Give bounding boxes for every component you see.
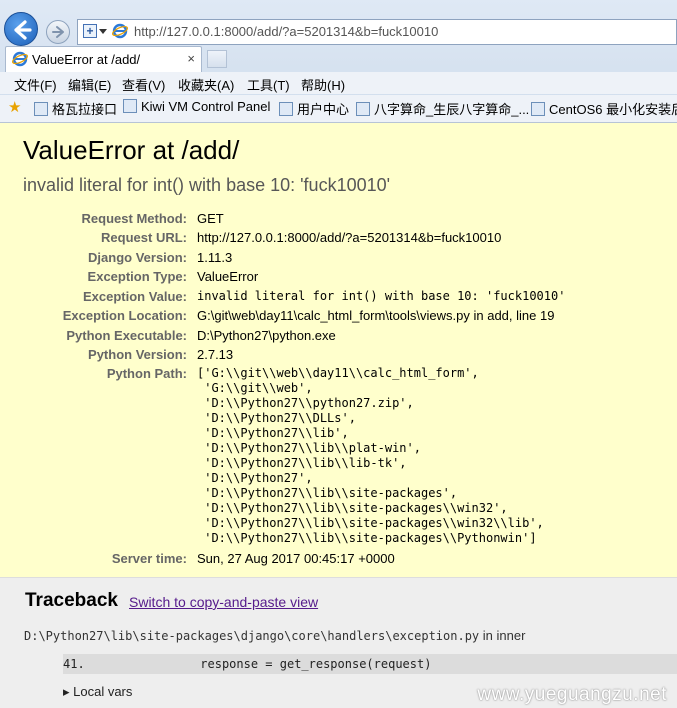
request-url-label: Request URL:	[101, 230, 187, 245]
tab-active[interactable]: ValueError at /add/ ×	[5, 46, 202, 72]
menu-favorites[interactable]: 收藏夹(A)	[178, 75, 234, 94]
favorite-link[interactable]: Kiwi VM Control Panel	[123, 99, 270, 117]
traceback-frame-file: D:\Python27\lib\site-packages\django\cor…	[24, 628, 525, 643]
frame-function: inner	[496, 628, 526, 643]
browser-chrome: + http://127.0.0.1:8000/add/?a=5201314&b…	[0, 0, 677, 123]
python-path-line: 'D:\\Python27\\DLLs',	[197, 411, 356, 425]
python-path-label: Python Path:	[106, 366, 187, 381]
tab-strip: ValueError at /add/ ×	[0, 46, 677, 72]
menu-tools[interactable]: 工具(T)	[247, 75, 290, 94]
python-executable-label: Python Executable:	[66, 328, 187, 343]
python-version-value: 2.7.13	[197, 347, 234, 362]
local-vars-toggle[interactable]: ▸ Local vars	[63, 684, 132, 700]
python-path-line: 'D:\\Python27\\lib\\site-packages',	[197, 486, 458, 500]
traceback-heading: Traceback	[25, 590, 118, 611]
python-path-line: 'D:\\Python27\\lib\\site-packages\\win32…	[197, 501, 508, 515]
close-icon[interactable]: ×	[187, 51, 195, 66]
exception-type-label: Exception Type:	[87, 269, 187, 284]
python-path-line: 'D:\\Python27\\lib',	[197, 426, 349, 440]
request-url-value: http://127.0.0.1:8000/add/?a=5201314&b=f…	[197, 230, 502, 245]
favorite-link[interactable]: 格瓦拉接口	[34, 99, 117, 117]
ie-page-icon	[112, 23, 128, 39]
favorite-link[interactable]: 用户中心	[279, 99, 349, 117]
page-icon	[34, 102, 48, 116]
menu-edit[interactable]: 编辑(E)	[68, 75, 111, 94]
request-method-label: Request Method:	[81, 211, 187, 226]
python-path-line: 'D:\\Python27\\lib\\lib-tk',	[197, 456, 407, 470]
page-title: ValueError at /add/	[23, 135, 240, 165]
python-path-line: 'D:\\Python27\\lib\\site-packages\\win32…	[197, 516, 544, 530]
menu-help[interactable]: 帮助(H)	[301, 75, 345, 94]
error-summary: ValueError at /add/ invalid literal for …	[0, 123, 677, 578]
django-version-value: 1.11.3	[197, 250, 233, 265]
menu-file[interactable]: 文件(F)	[14, 75, 57, 94]
page-icon	[531, 102, 545, 116]
menu-bar: 文件(F) 编辑(E) 查看(V) 收藏夹(A) 工具(T) 帮助(H)	[0, 72, 677, 94]
request-method-value: GET	[197, 211, 224, 226]
copy-paste-view-link[interactable]: Switch to copy-and-paste view	[129, 594, 318, 610]
favorite-link[interactable]: CentOS6 最小化安装后	[531, 99, 677, 117]
python-version-label: Python Version:	[88, 347, 187, 362]
url-text[interactable]: http://127.0.0.1:8000/add/?a=5201314&b=f…	[134, 24, 438, 39]
favorite-link[interactable]: 八字算命_生辰八字算命_...	[356, 99, 529, 117]
python-executable-value: D:\Python27\python.exe	[197, 328, 336, 343]
back-button[interactable]	[4, 12, 38, 46]
django-version-label: Django Version:	[88, 250, 187, 265]
python-path-line: 'D:\\Python27\\lib\\site-packages\\Pytho…	[197, 531, 537, 545]
server-time-value: Sun, 27 Aug 2017 00:45:17 +0000	[197, 551, 395, 566]
forward-button[interactable]	[46, 20, 70, 44]
watermark: www.yueguangzu.net	[477, 684, 667, 705]
menu-view[interactable]: 查看(V)	[122, 75, 165, 94]
new-tab-button[interactable]	[207, 50, 227, 68]
tab-title: ValueError at /add/	[32, 52, 141, 67]
frame-in-word: in	[479, 628, 497, 643]
ie-page-icon	[12, 51, 28, 67]
favorite-label: Kiwi VM Control Panel	[141, 99, 271, 114]
page-icon	[279, 102, 293, 116]
traceback-section: Traceback Switch to copy-and-paste view …	[0, 578, 677, 708]
frame-file-path: D:\Python27\lib\site-packages\django\cor…	[24, 629, 480, 643]
favorite-label: CentOS6 最小化安装后	[549, 102, 677, 117]
navigation-bar: + http://127.0.0.1:8000/add/?a=5201314&b…	[0, 0, 677, 46]
python-path-line: 'D:\\Python27\\python27.zip',	[197, 396, 414, 410]
page-icon	[123, 99, 137, 113]
traceback-code-line[interactable]: 41. response = get_response(request)	[63, 654, 677, 674]
exception-value-value: invalid literal for int() with base 10: …	[197, 289, 566, 303]
server-time-label: Server time:	[111, 551, 187, 566]
forward-arrow-icon	[52, 26, 64, 38]
exception-value-label: Exception Value:	[82, 289, 187, 304]
back-arrow-icon	[14, 20, 32, 40]
favorite-label: 格瓦拉接口	[52, 102, 118, 117]
exception-location-value: G:\git\web\day11\calc_html_form\tools\vi…	[197, 308, 555, 323]
python-path-line: ['G:\\git\\web\\day11\\calc_html_form',	[197, 366, 479, 380]
favorite-label: 八字算命_生辰八字算命_...	[374, 102, 530, 117]
favorites-star-icon[interactable]: ★	[8, 100, 21, 116]
python-path-line: 'G:\\git\\web',	[197, 381, 313, 395]
address-bar[interactable]: + http://127.0.0.1:8000/add/?a=5201314&b…	[77, 19, 677, 45]
chevron-down-icon[interactable]	[99, 29, 107, 34]
page-icon	[356, 102, 370, 116]
python-path-line: 'D:\\Python27',	[197, 471, 313, 485]
exception-type-value: ValueError	[197, 269, 259, 284]
favorites-bar: ★ 格瓦拉接口 Kiwi VM Control Panel 用户中心 八字算命_…	[0, 95, 677, 123]
python-path-line: 'D:\\Python27\\lib\\plat-win',	[197, 441, 421, 455]
exception-location-label: Exception Location:	[62, 308, 187, 323]
error-message: invalid literal for int() with base 10: …	[23, 175, 391, 195]
compatibility-view-icon[interactable]: +	[83, 24, 97, 38]
favorite-label: 用户中心	[297, 102, 350, 117]
